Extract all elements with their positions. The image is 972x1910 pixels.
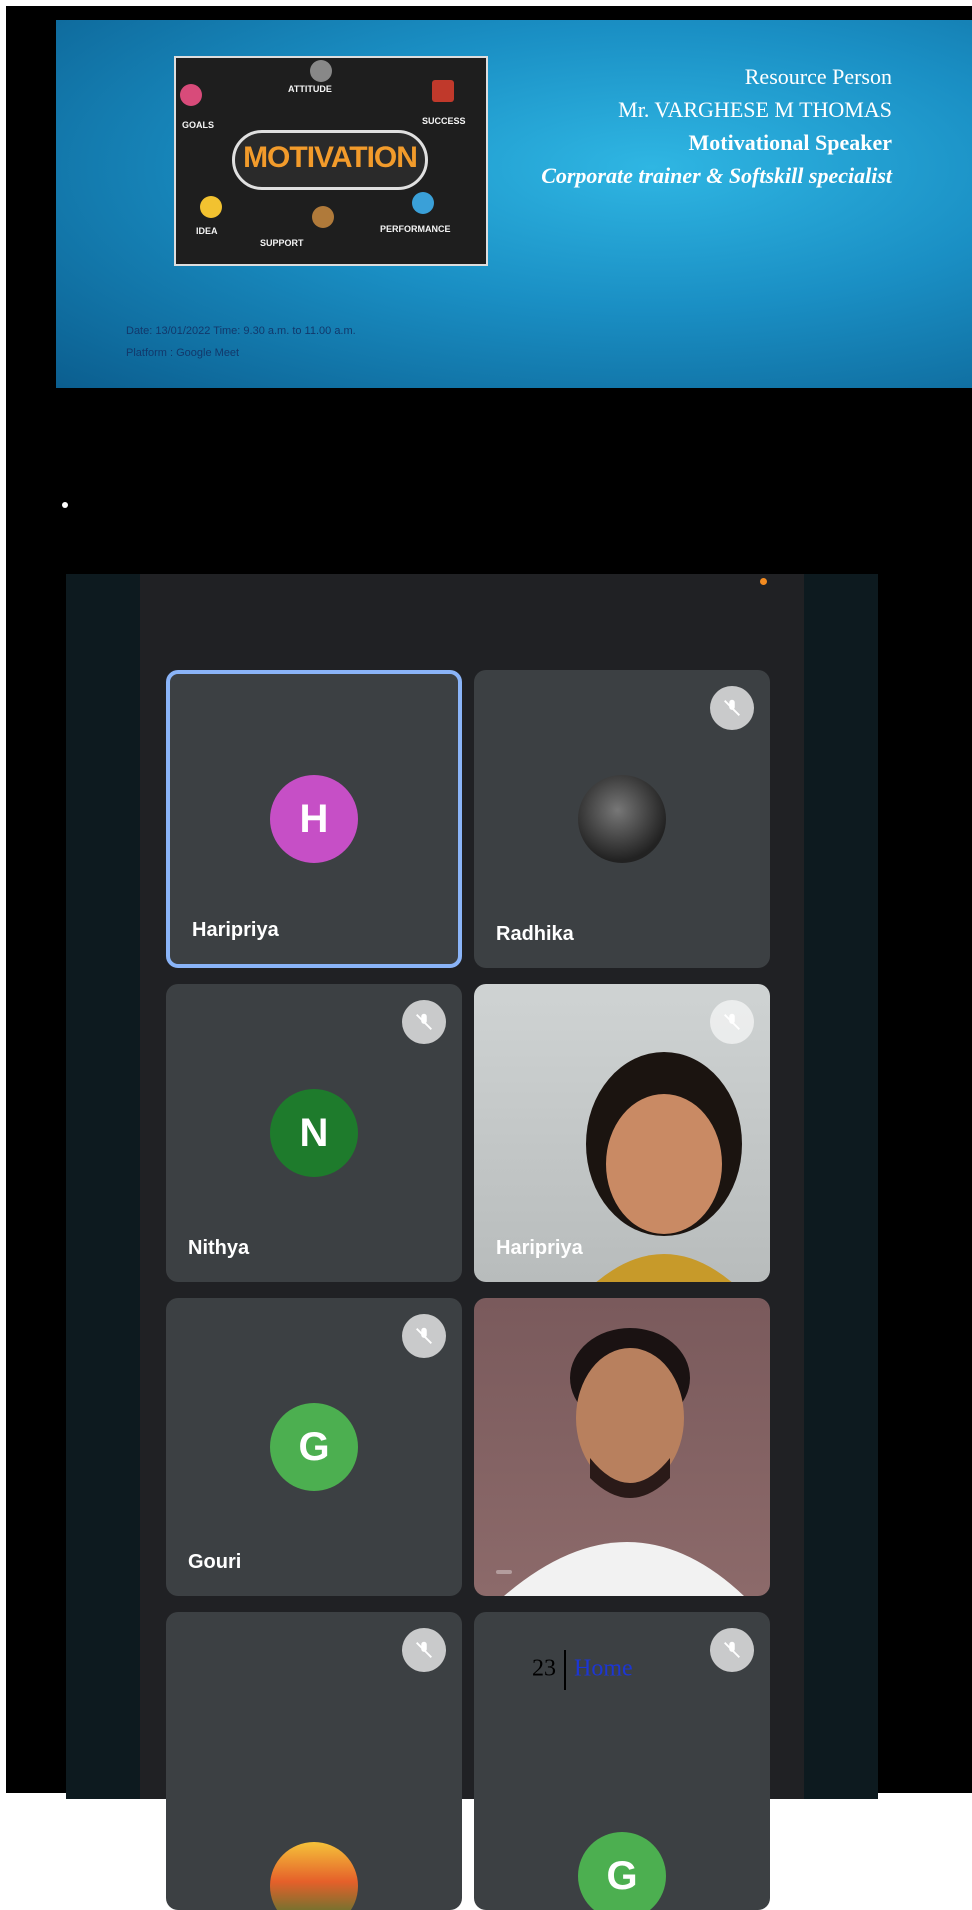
poster-tag-success: SUCCESS — [422, 116, 466, 126]
event-banner: MOTIVATION ATTITUDE GOALS SUCCESS IDEA S… — [56, 20, 972, 388]
participant-video-male — [504, 1328, 744, 1596]
participant-name: Haripriya — [496, 1237, 583, 1259]
head-icon — [310, 60, 332, 82]
event-platform: Platform : Google Meet — [126, 347, 240, 359]
mic-off-icon — [402, 1314, 446, 1358]
participant-tile-nithya[interactable]: N Nithya — [166, 984, 462, 1282]
poster-tag-goals: GOALS — [182, 120, 215, 130]
screen-frame: MOTIVATION ATTITUDE GOALS SUCCESS IDEA S… — [6, 6, 972, 1910]
avatar: G — [270, 1403, 358, 1491]
participant-tile-male-video[interactable] — [474, 1298, 770, 1596]
participant-name: Radhika — [496, 923, 574, 945]
participant-tile-radhika[interactable]: Radhika — [474, 670, 770, 968]
target-icon — [180, 84, 202, 106]
participant-name: Haripriya — [192, 919, 279, 941]
avatar: H — [270, 775, 358, 863]
participant-name: Gouri — [188, 1551, 242, 1573]
poster-tag-support: SUPPORT — [260, 238, 304, 248]
mic-off-icon — [402, 1000, 446, 1044]
poster-center-word: MOTIVATION — [243, 141, 418, 174]
bar-chart-icon — [432, 80, 454, 102]
lightbulb-icon — [200, 196, 222, 218]
notification-dot — [760, 578, 767, 585]
participant-tile-landscape[interactable] — [166, 1612, 462, 1910]
home-link[interactable]: Home — [574, 1656, 633, 1682]
event-date-time: Date: 13/01/2022 Time: 9.30 a.m. to 11.0… — [126, 325, 356, 337]
mic-off-icon — [710, 1628, 754, 1672]
mic-off-icon — [710, 686, 754, 730]
speaker-role: Motivational Speaker — [688, 130, 893, 155]
page-number: 23 — [532, 1655, 556, 1682]
meet-grid-area: H Haripriya Radhika N Nithya Haripriya G… — [140, 574, 804, 1910]
participant-tile-haripriya-video[interactable]: Haripriya — [474, 984, 770, 1282]
participant-name — [496, 1570, 512, 1574]
mic-off-icon — [402, 1628, 446, 1672]
speaker-name: Mr. VARGHESE M THOMAS — [618, 97, 892, 122]
motivation-cloud: MOTIVATION — [232, 130, 428, 190]
poster-tag-attitude: ATTITUDE — [288, 84, 332, 94]
participant-tile-gouri[interactable]: G Gouri — [166, 1298, 462, 1596]
avatar: N — [270, 1089, 358, 1177]
people-icon — [312, 206, 334, 228]
resource-person-block: Resource Person Mr. VARGHESE M THOMAS Mo… — [541, 60, 892, 192]
page-footer: 23 Home — [532, 1650, 633, 1690]
meet-screenshot: H Haripriya Radhika N Nithya Haripriya G… — [66, 574, 878, 1910]
footer-separator — [564, 1650, 566, 1690]
speaker-specialty: Corporate trainer & Softskill specialist — [541, 163, 892, 188]
resource-person-label: Resource Person — [744, 64, 892, 89]
avatar — [578, 775, 666, 863]
bullet-dot — [62, 502, 68, 508]
poster-tag-performance: PERFORMANCE — [380, 224, 451, 234]
participant-tile-haripriya[interactable]: H Haripriya — [166, 670, 462, 968]
avatar: G — [578, 1832, 666, 1910]
poster-tag-idea: IDEA — [196, 226, 218, 236]
avatar — [270, 1842, 358, 1910]
gears-icon — [412, 192, 434, 214]
participant-name: Nithya — [188, 1237, 250, 1259]
motivation-poster: MOTIVATION ATTITUDE GOALS SUCCESS IDEA S… — [174, 56, 488, 266]
event-meta: Date: 13/01/2022 Time: 9.30 a.m. to 11.0… — [126, 320, 356, 364]
